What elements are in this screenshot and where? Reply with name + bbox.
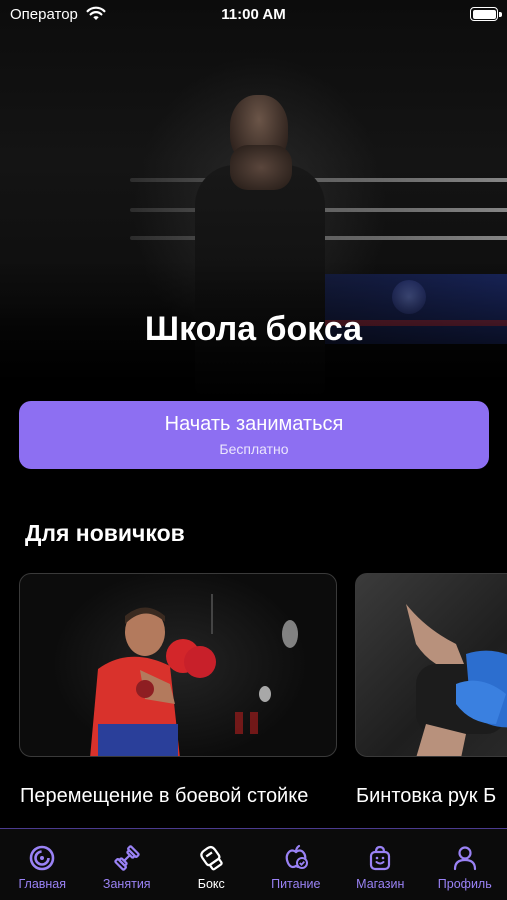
tab-shop[interactable]: Магазин <box>338 829 423 900</box>
tab-nutrition[interactable]: Питание <box>254 829 339 900</box>
status-bar: Оператор 11:00 AM <box>0 0 507 30</box>
start-training-label: Начать заниматься <box>164 413 344 435</box>
user-icon <box>453 846 476 871</box>
boxer-training-thumbnail <box>90 594 298 756</box>
dumbbell-icon <box>114 845 140 871</box>
boxing-glove-icon <box>200 845 223 871</box>
tab-shop-label: Магазин <box>356 877 405 891</box>
lesson-card-1[interactable] <box>19 573 337 757</box>
tab-boxing[interactable]: Бокс <box>169 829 254 900</box>
page-title: Школа бокса <box>144 310 363 348</box>
lesson-card-2-title[interactable]: Бинтовка рук Б <box>356 783 507 809</box>
lesson-card-2[interactable] <box>355 573 507 757</box>
tab-bar: Главная Занятия Бокс Питание Магазин Про… <box>0 828 507 900</box>
free-label: Бесплатно <box>219 441 289 457</box>
tab-workouts[interactable]: Занятия <box>85 829 170 900</box>
apple-icon <box>285 844 308 869</box>
tab-boxing-label: Бокс <box>197 877 225 891</box>
tab-profile-label: Профиль <box>437 877 492 891</box>
section-title-beginners: Для новичков <box>25 520 185 546</box>
shopping-bag-icon <box>370 845 391 871</box>
start-training-button[interactable]: Начать заниматься Бесплатно <box>19 401 489 469</box>
lesson-card-1-title[interactable]: Перемещение в боевой стойке <box>20 783 320 809</box>
tab-workouts-label: Занятия <box>102 877 151 891</box>
tab-home-label: Главная <box>18 877 67 891</box>
tab-home[interactable]: Главная <box>0 829 85 900</box>
clock: 11:00 AM <box>221 6 286 23</box>
home-rings-icon <box>29 845 55 871</box>
tab-profile[interactable]: Профиль <box>423 829 507 900</box>
tab-nutrition-label: Питание <box>271 877 321 891</box>
battery-icon <box>470 7 502 21</box>
hand-wrapping-thumbnail <box>406 604 507 756</box>
